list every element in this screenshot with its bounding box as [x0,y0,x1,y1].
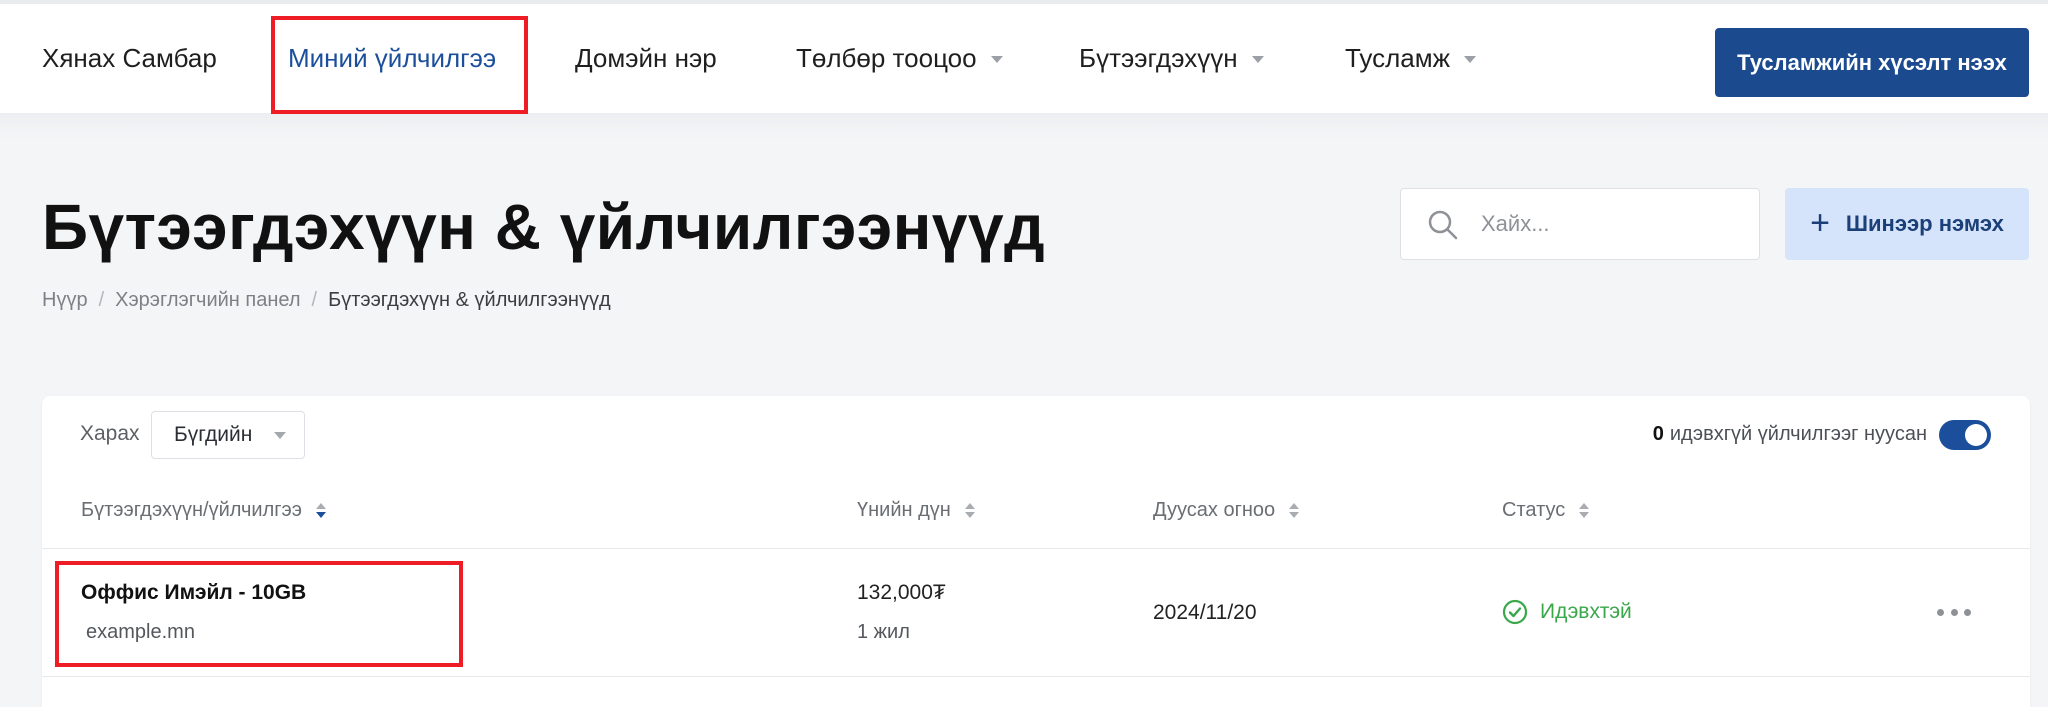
breadcrumb-client-panel-link[interactable]: Хэрэглэгчийн панел [115,289,300,312]
inactive-text: идэвхгүй үйлчилгээг нуусан [1669,423,1927,445]
column-header-product[interactable]: Бүтээгдэхүүн/үйлчилгээ [81,499,326,522]
nav-item-label: Хянах Самбар [42,43,217,73]
product-name[interactable]: Оффис Имэйл - 10GB [81,581,306,605]
sort-icon [1579,503,1590,518]
sort-icon [964,503,975,518]
breadcrumb-current: Бүтээгдэхүүн & үйлчилгээнүүд [328,288,611,311]
column-header-label: Үнийн дүн [857,499,951,521]
hide-inactive-toggle[interactable] [1939,420,1991,450]
search-box [1400,188,1760,260]
nav-item-label: Домэйн нэр [575,43,717,73]
view-filter-value: Бүгдийн [174,423,253,446]
sort-icon [1289,503,1300,518]
billing-period: 1 жил [857,621,910,643]
breadcrumb-separator: / [98,288,105,311]
nav-item-label: Миний үйлчилгээ [288,43,497,73]
check-circle-icon [1502,599,1528,625]
table-divider [42,548,2030,549]
page-title: Бүтээгдэхүүн & үйлчилгээнүүд [42,191,1046,263]
column-header-label: Бүтээгдэхүүн/үйлчилгээ [81,499,302,521]
status-badge: Идэвхтэй [1502,599,1632,625]
search-icon [1428,210,1458,240]
due-date: 2024/11/20 [1153,601,1257,624]
view-filter-select[interactable]: Бүгдийн [151,411,305,459]
table-divider [42,676,2030,677]
add-new-label: Шинээр нэмэх [1845,211,2004,236]
chevron-down-icon [274,432,286,439]
inactive-services-note: 0 идэвхгүй үйлчилгээг нуусан [1653,423,1927,446]
column-header-label: Статус [1502,499,1566,521]
nav-item-billing[interactable]: Төлбөр тооцоо [796,4,1003,113]
nav-shadow [0,113,2048,139]
add-new-button[interactable]: + Шинээр нэмэх [1785,188,2029,260]
column-header-due-date[interactable]: Дуусах огноо [1153,499,1300,522]
more-options-icon[interactable] [1937,604,1971,620]
column-header-label: Дуусах огноо [1153,499,1276,521]
status-text: Идэвхтэй [1540,600,1632,623]
chevron-down-icon [990,56,1003,63]
column-header-price[interactable]: Үнийн дүн [857,499,975,522]
toggle-knob [1965,424,1987,446]
breadcrumb-separator: / [311,288,318,311]
product-domain: example.mn [86,621,195,643]
breadcrumb: Нүүр / Хэрэглэгчийн панел / Бүтээгдэхүүн… [42,288,611,312]
nav-item-label: Тусламж [1345,43,1451,73]
sort-icon [315,503,326,518]
product-price: 132,000₮ [857,581,946,604]
open-support-ticket-button[interactable]: Тусламжийн хүсэлт нээх [1715,28,2029,97]
nav-item-help[interactable]: Тусламж [1345,4,1477,113]
nav-item-label: Бүтээгдэхүүн [1079,43,1238,73]
view-filter-label: Харах [80,422,140,445]
search-input[interactable] [1481,189,1741,259]
plus-icon: + [1810,203,1830,242]
nav-item-my-services[interactable]: Миний үйлчилгээ [288,4,497,113]
chevron-down-icon [1464,56,1477,63]
nav-item-domains[interactable]: Домэйн нэр [575,4,717,113]
nav-item-label: Төлбөр тооцоо [796,43,977,73]
nav-item-dashboard[interactable]: Хянах Самбар [42,4,217,113]
top-navigation: Хянах Самбар Миний үйлчилгээ Домэйн нэр … [0,0,2048,113]
chevron-down-icon [1251,56,1264,63]
breadcrumb-home-link[interactable]: Нүүр [42,289,88,312]
column-header-status[interactable]: Статус [1502,499,1590,522]
nav-item-products[interactable]: Бүтээгдэхүүн [1079,4,1264,113]
inactive-count: 0 [1652,423,1664,445]
